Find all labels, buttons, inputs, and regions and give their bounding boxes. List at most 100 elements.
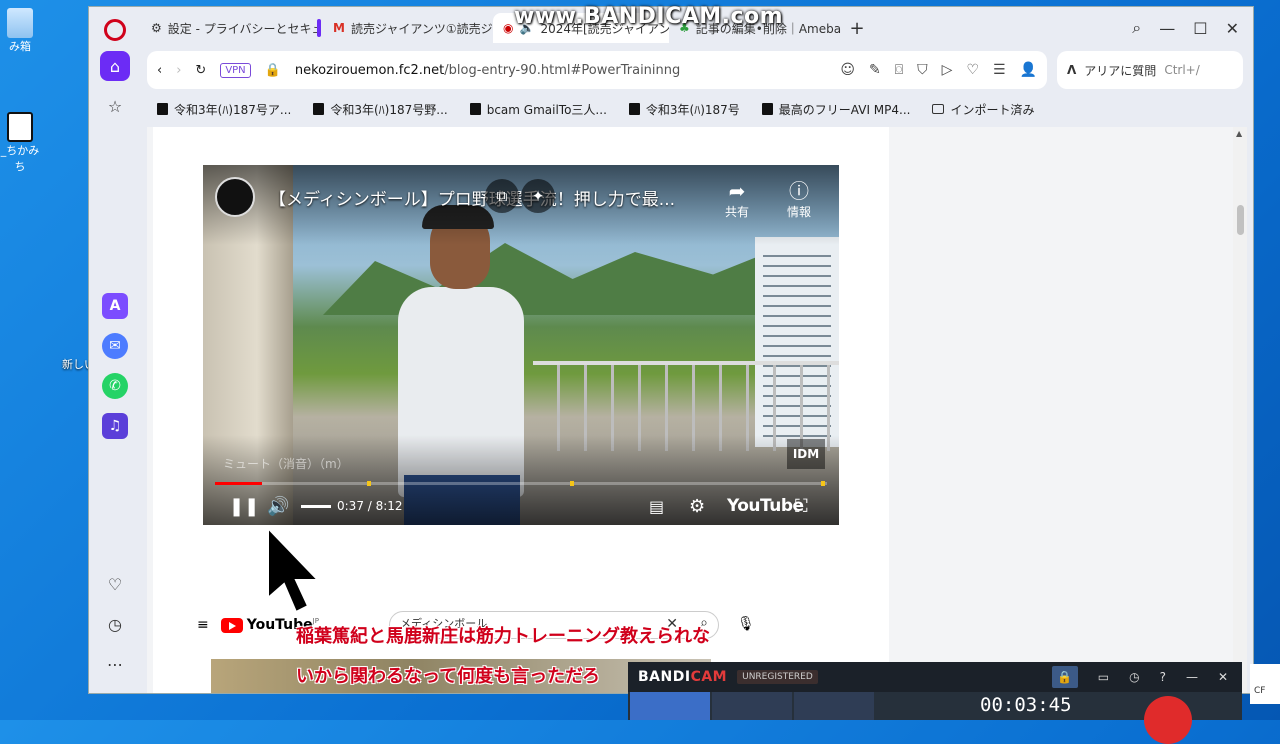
bookmark-icon — [761, 103, 773, 115]
progress-bar[interactable] — [215, 481, 827, 486]
recycle-bin-icon[interactable]: み箱 — [0, 8, 40, 54]
search-tabs-icon[interactable]: ⌕ — [1132, 18, 1141, 38]
player-controls: ❚❚ 🔊 0:37 / 8:12 ▤ ⚙ YouTube ⛶ — [203, 491, 839, 521]
folder-icon[interactable]: ▭ — [1098, 670, 1109, 684]
tab-settings[interactable]: ⚙ 設定 - プライバシーとセキュリテ — [141, 13, 317, 43]
maximize-button[interactable]: ☐ — [1193, 19, 1207, 38]
info-icon: ⓘ — [789, 179, 809, 203]
fullscreen-icon[interactable]: ⛶ — [795, 496, 808, 517]
history-clock-icon[interactable]: ◷ — [100, 609, 130, 639]
volume-slider[interactable] — [297, 504, 331, 508]
tab-label: 読売ジャイアンツ①読売ジャイ — [350, 21, 493, 36]
settings-gear-icon[interactable]: ⚙ — [689, 496, 705, 517]
lock-icon[interactable]: 🔒 — [265, 63, 281, 78]
bandicam-title: BANDICAM — [638, 669, 727, 685]
bookmark-item[interactable]: 最高のフリーAVI MP4... — [761, 101, 911, 118]
overlay-subtitle-line2: いから関わるなって何度も言っただろ — [296, 666, 601, 687]
bookmark-folder[interactable]: インポート済み — [932, 101, 1035, 118]
mic-icon[interactable]: 🎙 — [737, 616, 755, 632]
emoji-icon[interactable]: ☺ — [840, 62, 855, 78]
url-text[interactable]: nekozirouemon.fc2.net/blog-entry-90.html… — [295, 63, 680, 78]
share-label: 共有 — [724, 205, 749, 219]
aria-ask-box[interactable]: Λ アリアに質問 Ctrl+/ — [1057, 51, 1243, 89]
aria-shortcut: Ctrl+/ — [1164, 63, 1200, 77]
youtube-player[interactable]: 【メディシンボール】プロ野球選手流！押し力で最... ⧉ ✦ ➦ 共有 ⓘ 情報… — [203, 165, 839, 525]
subtitles-icon[interactable]: ▤ — [649, 497, 664, 516]
bookmark-item[interactable]: 令和3年(ﾊ)187号 — [628, 101, 740, 118]
chapter-marker — [570, 481, 574, 486]
unregistered-badge: UNREGISTERED — [737, 670, 818, 684]
aria-app-icon[interactable]: A — [102, 293, 128, 319]
gmail-icon: M — [333, 21, 345, 35]
folder-icon — [932, 104, 945, 114]
channel-avatar[interactable] — [215, 177, 255, 217]
close-icon[interactable]: ✕ — [1218, 670, 1228, 684]
bookmark-item[interactable]: 令和3年(ﾊ)187号ア... — [157, 101, 291, 118]
copy-link-icon[interactable]: ⧉ — [485, 179, 519, 213]
page-scrollbar[interactable]: ▲ — [1233, 127, 1247, 693]
messenger-icon[interactable]: ✉ — [102, 333, 128, 359]
bookmark-label: 最高のフリーAVI MP4... — [778, 102, 911, 117]
reload-icon[interactable]: ↻ — [195, 63, 206, 78]
bookmark-item[interactable]: 令和3年(ﾊ)187号野... — [313, 101, 448, 118]
scroll-up-icon[interactable]: ▲ — [1236, 129, 1242, 138]
youtube-logo[interactable]: YouTube — [727, 496, 804, 516]
scroll-thumb[interactable] — [1237, 205, 1244, 235]
progress-fill — [215, 482, 262, 485]
opera-sidebar: ⌂ ☆ A ✉ ✆ ♫ ♡ ◷ ⋯ — [89, 7, 141, 693]
play-icon[interactable]: ▷ — [942, 62, 953, 78]
bandicam-toolbar: BANDICAM UNREGISTERED 🔒 ▭ ◷ ? — ✕ 00:03:… — [628, 662, 1242, 744]
opera-logo-icon[interactable] — [104, 19, 126, 41]
chapter-marker — [821, 481, 825, 486]
back-icon[interactable]: ‹ — [157, 63, 162, 78]
minimize-icon[interactable]: — — [1186, 670, 1198, 684]
aria-label: アリアに質問 — [1084, 63, 1157, 78]
menu-icon[interactable]: ☰ — [993, 62, 1006, 78]
heart-icon[interactable]: ♡ — [966, 62, 979, 78]
bookmarks-bar: 令和3年(ﾊ)187号ア... 令和3年(ﾊ)187号野... bcam Gma… — [147, 95, 1253, 123]
info-button[interactable]: ⓘ 情報 — [779, 179, 819, 220]
idm-download-badge[interactable]: IDM — [787, 439, 825, 469]
bookmark-label: インポート済み — [950, 102, 1035, 117]
stop-record-button[interactable] — [1144, 696, 1192, 744]
chapter-marker — [367, 481, 371, 486]
url-host: nekozirouemon.fc2.net — [294, 62, 445, 78]
pause-icon[interactable]: ❚❚ — [229, 496, 259, 517]
vpn-badge[interactable]: VPN — [220, 62, 251, 78]
desktop-shortcut-icon[interactable]: _ちかみち — [0, 112, 40, 174]
hamburger-icon[interactable]: ≡ — [197, 617, 209, 633]
favicon-icon: ◉ — [503, 21, 514, 35]
device-mode-button[interactable] — [794, 692, 874, 720]
share-button[interactable]: ➦ 共有 — [717, 179, 757, 220]
volume-icon[interactable]: 🔊 — [267, 496, 289, 517]
music-player-icon[interactable]: ♫ — [102, 413, 128, 439]
lock-icon[interactable]: 🔒 — [1051, 666, 1078, 688]
help-icon[interactable]: ? — [1160, 670, 1166, 684]
sparkle-icon[interactable]: ✦ — [521, 179, 555, 213]
heart-icon[interactable]: ♡ — [100, 569, 130, 599]
camera-icon[interactable]: ⌼ — [895, 62, 903, 78]
mouse-cursor-icon — [267, 526, 321, 614]
home-icon[interactable]: ⌂ — [100, 51, 130, 81]
address-bar[interactable]: ‹ › ↻ VPN 🔒 nekozirouemon.fc2.net/blog-e… — [147, 51, 1047, 89]
forward-icon[interactable]: › — [176, 63, 181, 78]
close-button[interactable]: ✕ — [1226, 19, 1239, 38]
bookmark-label: bcam GmailTo三人... — [486, 102, 607, 117]
tab-yomiuri[interactable]: M 読売ジャイアンツ①読売ジャイ — [317, 13, 493, 43]
shield-icon[interactable]: ⛉ — [917, 62, 928, 78]
timer-icon[interactable]: ◷ — [1129, 670, 1139, 684]
new-tab-button[interactable]: + — [845, 16, 869, 40]
more-dots-icon[interactable]: ⋯ — [100, 649, 130, 679]
gear-icon: ⚙ — [151, 21, 162, 35]
bookmark-item[interactable]: bcam GmailTo三人... — [469, 101, 607, 118]
game-mode-button[interactable] — [712, 692, 792, 720]
minimize-button[interactable]: — — [1159, 19, 1175, 38]
whatsapp-icon[interactable]: ✆ — [102, 373, 128, 399]
bookmark-icon — [628, 103, 640, 115]
video-title[interactable]: 【メディシンボール】プロ野球選手流！押し力で最... — [269, 185, 675, 210]
youtube-logo-icon[interactable] — [220, 617, 243, 633]
edit-icon[interactable]: ✎ — [869, 62, 881, 78]
profile-icon[interactable]: 👤 — [1020, 62, 1037, 78]
star-icon[interactable]: ☆ — [100, 91, 130, 121]
screen-mode-button[interactable] — [630, 692, 710, 720]
